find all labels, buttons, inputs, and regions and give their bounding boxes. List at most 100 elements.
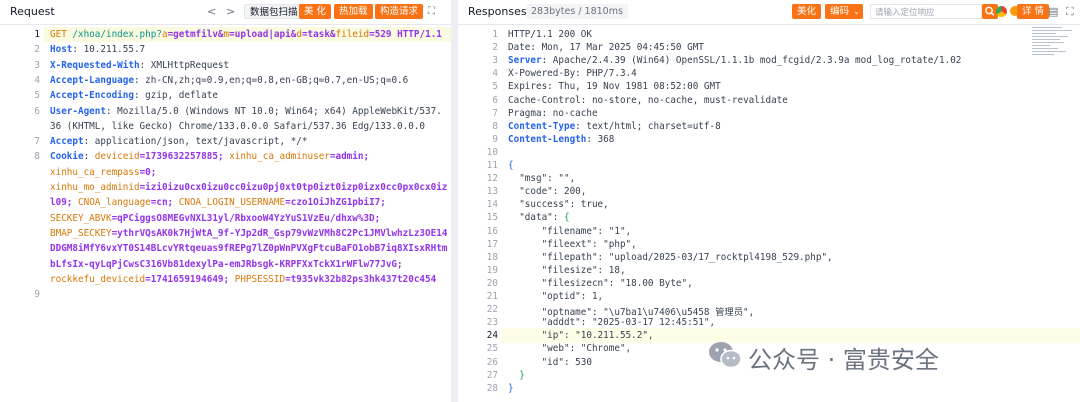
response-toolbar: Responses 283bytes / 1810ms 美化 编码⌄ 详 情 ▤… bbox=[458, 0, 1080, 25]
line-number: 5 bbox=[34, 90, 40, 102]
code-line: "filename": "1", bbox=[508, 225, 632, 237]
line-number: 15 bbox=[486, 212, 498, 224]
code-line: rockkefu_deviceid=1741659194649; PHPSESS… bbox=[50, 273, 437, 285]
line-number: 24 bbox=[486, 330, 498, 342]
watermark-text: 公众号 · 富贵安全 bbox=[748, 346, 939, 374]
line-number: 25 bbox=[486, 343, 498, 355]
line-number: 11 bbox=[486, 160, 498, 171]
beautify-button[interactable]: 美 化 bbox=[299, 4, 332, 19]
code-line: Date: Mon, 17 Mar 2025 04:45:50 GMT bbox=[508, 42, 704, 54]
code-line: Expires: Thu, 19 Nov 1981 08:52:00 GMT bbox=[508, 81, 721, 93]
code-line: "ip": "10.211.55.2", bbox=[508, 330, 654, 342]
line-number: 1 bbox=[34, 29, 40, 40]
code-line: "data": { bbox=[508, 212, 570, 224]
line-number: 10 bbox=[486, 146, 498, 158]
code-line: Server: Apache/2.4.39 (Win64) OpenSSL/1.… bbox=[508, 55, 962, 67]
code-line: "code": 200, bbox=[508, 186, 587, 198]
line-number: 5 bbox=[492, 81, 498, 93]
request-editor[interactable]: 1 GET /xhoa/index.php?a=getmfilv&m=upload… bbox=[0, 25, 451, 402]
line-number: 1 bbox=[492, 29, 498, 40]
request-pane: Request < > 数据包扫描 美 化 热加载 构造请求 ⛶ 1 GET /x… bbox=[0, 0, 451, 402]
request-toolbar: Request < > 数据包扫描 美 化 热加载 构造请求 ⛶ bbox=[0, 0, 451, 25]
code-line: "msg": "", bbox=[508, 173, 576, 185]
code-line: xinhu_ca_rempass=0; bbox=[50, 166, 157, 178]
code-line: 36 (KHTML, like Gecko) Chrome/133.0.0.0 … bbox=[50, 120, 426, 132]
chrome-icon[interactable] bbox=[996, 6, 1007, 17]
code-line: SECKEY_ABVK=qPCiggsO8MEGvNXL31yl/RbxooW4… bbox=[50, 212, 381, 224]
line-number: 4 bbox=[34, 74, 40, 86]
line-number: 13 bbox=[486, 186, 498, 198]
code-line: "optname": "\u7ba1\u7406\u5458 管理员", bbox=[508, 307, 755, 319]
code-line: Content-Length: 368 bbox=[508, 133, 615, 145]
code-line: "id": 530 bbox=[508, 356, 592, 368]
build-request-button[interactable]: 构造请求 bbox=[375, 4, 424, 19]
code-line: "fileext": "php", bbox=[508, 238, 637, 250]
code-line: } bbox=[519, 369, 525, 381]
line-number: 28 bbox=[486, 382, 498, 394]
code-line: Host: 10.211.55.7 bbox=[50, 44, 146, 56]
code-line: "optid": 1, bbox=[508, 291, 604, 302]
expand-icon[interactable]: ⛶ bbox=[1066, 4, 1074, 19]
code-line: Accept-Language: zh-CN,zh;q=0.9,en;q=0.8… bbox=[50, 74, 409, 86]
code-line: Cache-Control: no-store, no-cache, must-… bbox=[508, 94, 788, 106]
code-line: HTTP/1.1 200 OK bbox=[508, 29, 592, 40]
code-line: "adddt": "2025-03-17 12:45:51", bbox=[508, 317, 716, 329]
line-number: 9 bbox=[492, 133, 498, 145]
code-line: "success": true, bbox=[508, 199, 609, 211]
line-number: 12 bbox=[486, 173, 498, 185]
line-number: 21 bbox=[486, 291, 498, 302]
expand-icon[interactable]: ⛶ bbox=[428, 4, 435, 19]
response-title: Responses bbox=[468, 5, 527, 18]
request-title: Request bbox=[10, 5, 55, 18]
line-number: 18 bbox=[486, 251, 498, 263]
line-number: 6 bbox=[492, 94, 498, 106]
document-icon[interactable]: ▤ bbox=[1048, 4, 1058, 19]
size-badge: 283bytes / 1810ms bbox=[526, 4, 628, 19]
line-number: 20 bbox=[486, 277, 498, 289]
line-number: 9 bbox=[34, 289, 40, 301]
packet-scan-button[interactable]: 数据包扫描 bbox=[244, 4, 304, 19]
code-line: "filesizecn": "18.00 Byte", bbox=[508, 277, 693, 289]
line-number: 26 bbox=[486, 356, 498, 368]
code-line: } bbox=[508, 382, 514, 394]
code-line: BMAP_SECKEY=ythrVQsAK0k7HjWtA_9f-YJp2dR_… bbox=[50, 227, 448, 239]
line-number: 8 bbox=[34, 151, 40, 163]
line-number: 6 bbox=[34, 105, 40, 117]
line-number: 3 bbox=[34, 59, 40, 71]
code-line: Content-Type: text/html; charset=utf-8 bbox=[508, 120, 721, 132]
chevron-down-icon: ⌄ bbox=[853, 7, 861, 16]
line-number: 22 bbox=[486, 304, 498, 316]
locate-search-input[interactable] bbox=[870, 4, 982, 19]
code-line: "web": "Chrome", bbox=[508, 343, 632, 355]
line-number: 17 bbox=[486, 238, 498, 250]
pane-splitter[interactable] bbox=[451, 0, 458, 402]
code-line: Accept: application/json, text/javascrip… bbox=[50, 136, 308, 148]
code-line: User-Agent: Mozilla/5.0 (Windows NT 10.0… bbox=[50, 105, 442, 117]
prev-arrow-icon[interactable]: < bbox=[207, 4, 216, 19]
wechat-logo-icon bbox=[709, 342, 742, 369]
code-line: "filepath": "upload/2025-03/17_rocktpl41… bbox=[508, 251, 833, 263]
code-line: Pragma: no-cache bbox=[508, 107, 598, 119]
code-line: l09; CNOA_language=cn; CNOA_LOGIN_USERNA… bbox=[50, 197, 386, 209]
code-line: GET /xhoa/index.php?a=getmfilv&m=upload|… bbox=[50, 29, 442, 40]
hot-reload-button[interactable]: 热加载 bbox=[334, 4, 373, 19]
code-line: xinhu_mo_adminid=izi0izu0cx0izu0cc0izu0p… bbox=[50, 182, 448, 193]
line-number: 16 bbox=[486, 225, 498, 237]
next-arrow-icon[interactable]: > bbox=[226, 4, 235, 19]
encoding-button[interactable]: 编码 ⌄ bbox=[825, 4, 864, 19]
line-number: 27 bbox=[486, 369, 498, 381]
detail-button[interactable]: 详 情 bbox=[1017, 4, 1050, 19]
code-line: bLfsIx-qyLqPjCwsC316Vb81dexylPa-emJRbsgk… bbox=[50, 258, 403, 270]
response-beautify-button[interactable]: 美化 bbox=[792, 4, 822, 19]
line-number: 4 bbox=[492, 68, 498, 80]
code-line: DDGM8iMfY6vxYT0S14BLcvYRtqeuas9fREPg7lZ0… bbox=[50, 243, 448, 255]
code-line: Accept-Encoding: gzip, deflate bbox=[50, 90, 218, 102]
code-line: { bbox=[508, 160, 514, 171]
encoding-label: 编码 bbox=[830, 6, 850, 17]
line-number: 3 bbox=[492, 55, 498, 67]
code-line: X-Requested-With: XMLHttpRequest bbox=[50, 59, 230, 71]
code-line: "filesize": 18, bbox=[508, 264, 626, 276]
line-number: 2 bbox=[492, 42, 498, 54]
line-number: 7 bbox=[492, 107, 498, 119]
line-number: 14 bbox=[486, 199, 498, 211]
